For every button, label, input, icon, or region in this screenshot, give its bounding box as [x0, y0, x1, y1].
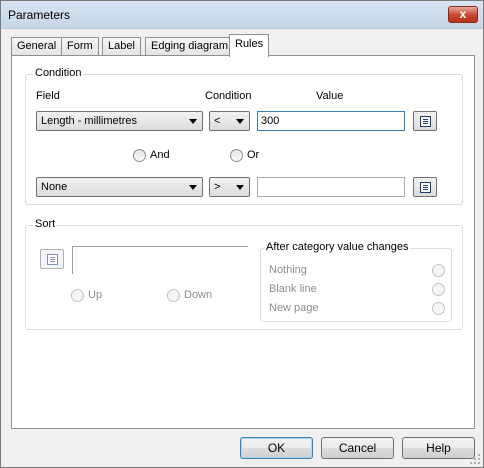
condition-group-title: Condition — [33, 67, 84, 79]
chevron-down-icon — [189, 119, 197, 124]
or-radio-label: Or — [247, 149, 260, 161]
cancel-button[interactable]: Cancel — [321, 437, 394, 459]
after-category-change-title: After category value changes — [264, 241, 411, 253]
or-radio[interactable] — [230, 149, 243, 162]
operator-select-1-value: < — [214, 115, 221, 127]
and-radio[interactable] — [133, 149, 146, 162]
operator-select-2-value: > — [214, 181, 221, 193]
tab-general[interactable]: General — [11, 37, 63, 56]
rules-panel: Condition Field Condition Value Length -… — [11, 55, 475, 429]
option-nothing-label: Nothing — [269, 264, 307, 276]
sort-group-title: Sort — [33, 218, 58, 230]
value-input-1-text: 300 — [261, 115, 280, 127]
list-icon — [47, 254, 58, 265]
tab-label: General — [17, 40, 57, 52]
close-icon: x — [459, 7, 467, 21]
tab-label: Label — [108, 40, 135, 52]
option-new-page-radio[interactable] — [432, 302, 445, 315]
sort-down-label: Down — [184, 289, 213, 301]
sort-field-picker-button[interactable] — [40, 249, 64, 269]
field-select-2-value: None — [41, 181, 68, 193]
close-button[interactable]: x — [448, 6, 478, 23]
value-picker-button-2[interactable] — [413, 177, 437, 197]
chevron-down-icon — [236, 119, 244, 124]
option-nothing-radio[interactable] — [432, 264, 445, 277]
value-input-1[interactable]: 300 — [257, 111, 405, 131]
tab-edging-diagram[interactable]: Edging diagram — [145, 37, 235, 56]
option-new-page-label: New page — [269, 302, 319, 314]
option-blank-line-radio[interactable] — [432, 283, 445, 296]
sort-group: Sort Up Down After category value change… — [25, 218, 463, 330]
tab-label: Form — [67, 40, 93, 52]
field-select-1[interactable]: Length - millimetres — [36, 111, 203, 131]
help-button[interactable]: Help — [402, 437, 475, 459]
list-icon — [420, 182, 431, 193]
condition-group: Condition Field Condition Value Length -… — [25, 67, 463, 205]
value-input-2[interactable] — [257, 177, 405, 197]
window-title: Parameters — [8, 8, 71, 22]
after-category-change-group: After category value changes Nothing Bla… — [260, 241, 452, 322]
resize-grip-icon[interactable] — [470, 454, 480, 464]
tab-label[interactable]: Label — [102, 37, 141, 56]
option-blank-line-label: Blank line — [269, 283, 317, 295]
list-icon — [420, 116, 431, 127]
tab-rules[interactable]: Rules — [229, 34, 270, 57]
condition-column-label: Condition — [205, 90, 252, 102]
sort-up-radio[interactable] — [71, 289, 84, 302]
sort-up-label: Up — [88, 289, 103, 301]
ok-button[interactable]: OK — [240, 437, 313, 459]
tab-form[interactable]: Form — [61, 37, 99, 56]
chevron-down-icon — [189, 185, 197, 190]
field-select-1-value: Length - millimetres — [41, 115, 137, 127]
value-picker-button-1[interactable] — [413, 111, 437, 131]
chevron-down-icon — [236, 185, 244, 190]
sort-field-input[interactable] — [72, 246, 248, 274]
sort-down-radio[interactable] — [167, 289, 180, 302]
field-column-label: Field — [36, 90, 60, 102]
parameters-dialog: Parameters x General Form Label Edging d… — [0, 0, 484, 468]
operator-select-2[interactable]: > — [209, 177, 250, 197]
tab-label: Rules — [235, 38, 264, 50]
value-column-label: Value — [316, 90, 344, 102]
tab-label: Edging diagram — [151, 40, 229, 52]
title-bar: Parameters x — [1, 1, 483, 29]
operator-select-1[interactable]: < — [209, 111, 250, 131]
and-radio-label: And — [150, 149, 170, 161]
field-select-2[interactable]: None — [36, 177, 203, 197]
